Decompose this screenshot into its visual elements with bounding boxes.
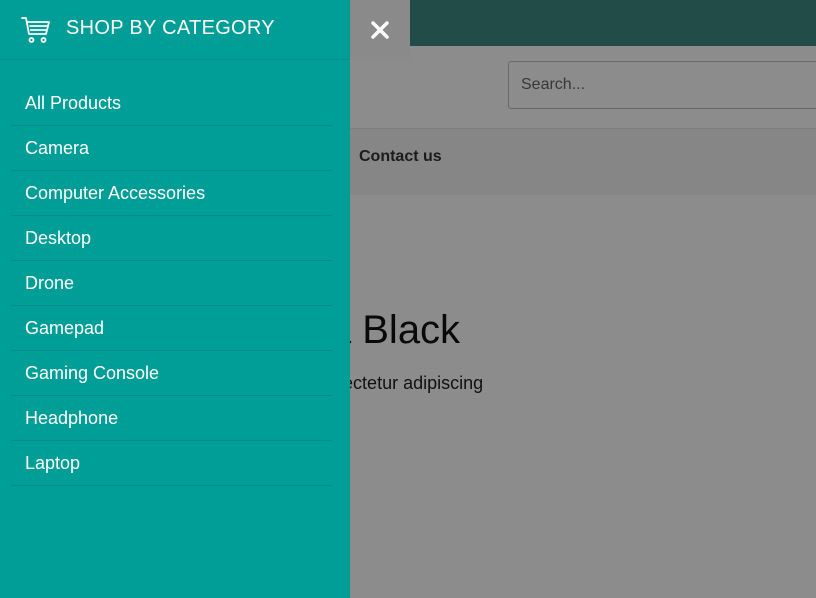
close-icon — [371, 21, 389, 39]
category-item[interactable]: All Products — [11, 81, 332, 126]
shopping-cart-icon — [20, 14, 52, 46]
category-drawer: SHOP BY CATEGORY All Products Camera Com… — [0, 0, 350, 598]
category-item[interactable]: Desktop — [11, 216, 332, 261]
category-item[interactable]: Headphone — [11, 396, 332, 441]
category-item[interactable]: Drone — [11, 261, 332, 306]
drawer-header: SHOP BY CATEGORY — [0, 0, 350, 60]
drawer-close-button[interactable] — [350, 0, 410, 60]
category-item[interactable]: Gaming Console — [11, 351, 332, 396]
category-item[interactable]: Computer Accessories — [11, 171, 332, 216]
page: Contact us mera Black net, consectetur a… — [0, 0, 816, 598]
drawer-title: SHOP BY CATEGORY — [66, 17, 275, 39]
category-item[interactable]: Gamepad — [11, 306, 332, 351]
category-item[interactable]: Laptop — [11, 441, 332, 486]
category-item[interactable]: Camera — [11, 126, 332, 171]
category-list: All Products Camera Computer Accessories… — [11, 81, 332, 486]
